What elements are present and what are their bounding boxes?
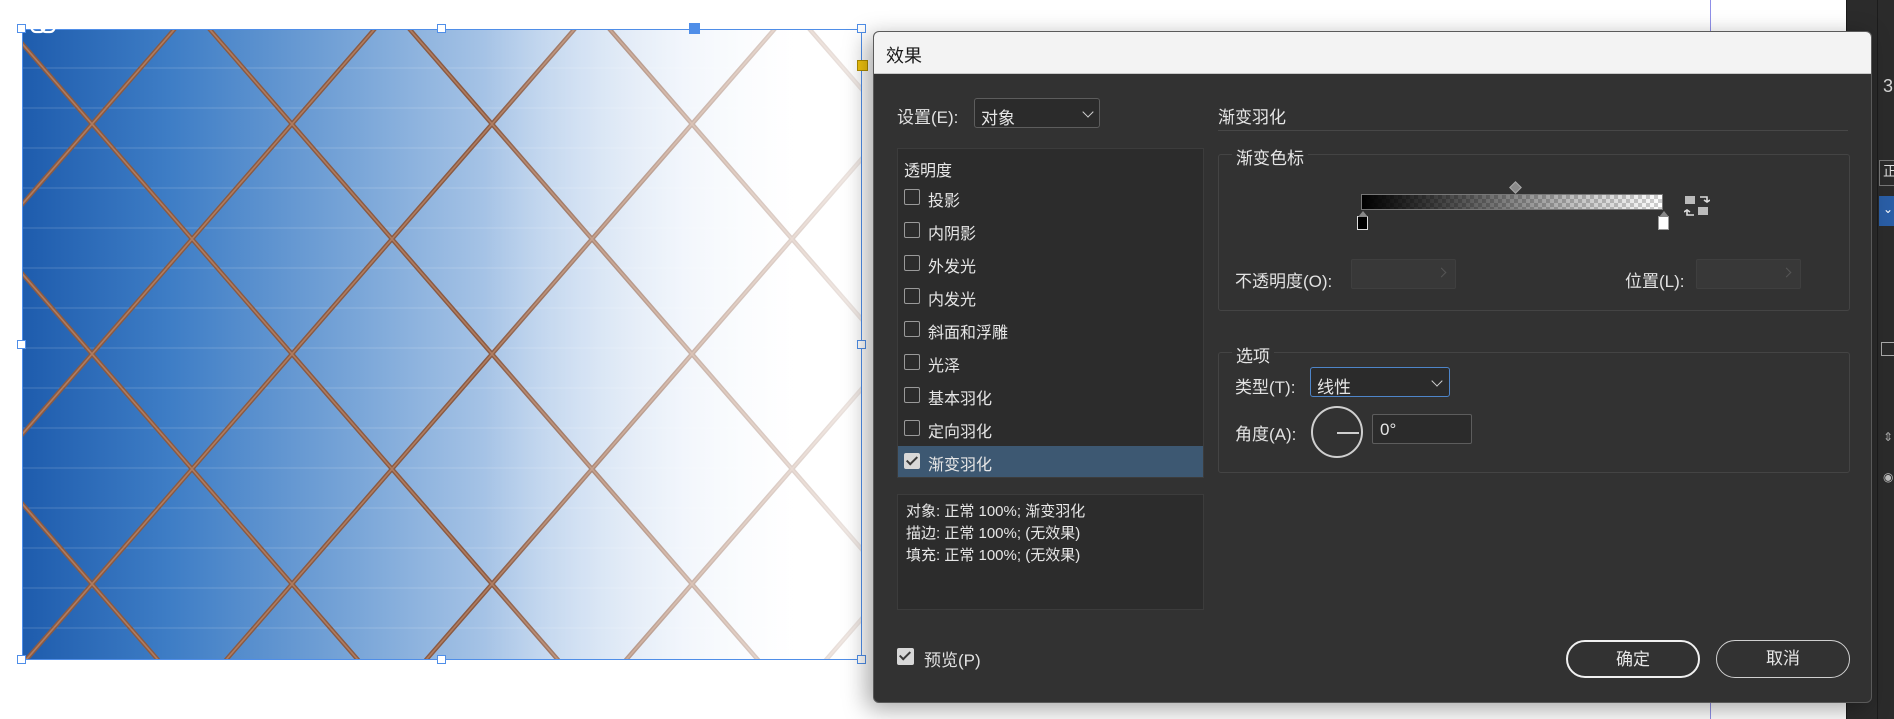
type-label: 类型(T): [1235,378,1296,397]
panel-number: 3 [1883,76,1894,96]
resize-handle-top-left[interactable] [17,24,26,33]
effect-label: 定向羽化 [928,424,993,441]
angle-needle [1337,432,1359,434]
stepper-arrows-icon[interactable]: ⇕ [1883,430,1893,444]
effect-item-bevel-emboss[interactable]: 斜面和浮雕 [898,314,1203,345]
settings-label: 设置(E): [897,108,959,127]
options-title: 选项 [1232,342,1274,367]
summary-line-object: 对象: 正常 100%; 渐变羽化 [906,503,1086,520]
ok-button[interactable]: 确定 [1566,640,1700,678]
effect-checkbox[interactable] [904,420,920,436]
transparency-item[interactable]: 透明度 [904,157,952,181]
resize-handle-bottom-right[interactable] [857,655,866,664]
section-divider [1218,130,1848,131]
angle-label: 角度(A): [1235,425,1297,444]
effects-summary: 对象: 正常 100%; 渐变羽化 描边: 正常 100%; (无效果) 填充:… [897,494,1204,610]
summary-line-fill: 填充: 正常 100%; (无效果) [906,547,1081,564]
effect-item-drop-shadow[interactable]: 投影 [898,182,1203,213]
type-select-value: 线性 [1317,378,1351,397]
effect-item-inner-shadow[interactable]: 内阴影 [898,215,1203,246]
panel-dropdown[interactable]: ⌄ [1879,196,1894,226]
effect-label: 投影 [928,193,961,210]
resize-handle-top-center[interactable] [437,24,446,33]
location-field[interactable] [1696,259,1801,289]
effect-item-outer-glow[interactable]: 外发光 [898,248,1203,279]
panel-text-field[interactable]: 正 [1879,160,1894,186]
location-label: 位置(L): [1625,272,1685,291]
resize-handle-top-right[interactable] [857,24,866,33]
effect-label: 外发光 [928,259,977,276]
section-title: 渐变羽化 [1218,108,1286,127]
effect-checkbox[interactable] [904,255,920,271]
gradient-stops-title: 渐变色标 [1232,144,1308,169]
content-grabber-handle[interactable] [689,23,700,34]
corner-options-handle[interactable] [857,60,868,71]
effect-item-basic-feather[interactable]: 基本羽化 [898,380,1203,411]
chevron-down-icon: ⌄ [1883,202,1894,216]
preview-label: 预览(P) [924,651,981,670]
effect-item-gradient-feather[interactable]: 渐变羽化 [898,446,1203,477]
effect-label: 斜面和浮雕 [928,325,1009,342]
panel-checkbox[interactable] [1881,342,1894,356]
effect-checkbox[interactable] [904,354,920,370]
effect-item-directional-feather[interactable]: 定向羽化 [898,413,1203,444]
gradient-stop-end[interactable] [1658,211,1669,230]
effect-checkbox[interactable] [904,321,920,337]
type-select[interactable]: 线性 [1310,367,1450,397]
summary-line-stroke: 描边: 正常 100%; (无效果) [906,525,1081,542]
angle-field[interactable]: 0° [1372,414,1472,444]
gradient-feather-overlay [22,29,862,660]
checkmark-icon [898,648,912,661]
chevron-right-icon [1781,267,1792,278]
cancel-button[interactable]: 取消 [1716,640,1850,678]
chevron-down-icon [1082,106,1094,118]
effects-list: 透明度 投影 内阴影 外发光 内发光 斜面和浮雕 光泽 基本羽化 定向羽化 渐变… [897,148,1204,478]
effects-dialog: 效果 设置(E): 对象 透明度 投影 内阴影 外发光 内发光 斜面和浮雕 光泽… [873,31,1872,703]
gradient-ramp[interactable] [1361,194,1663,210]
eye-icon[interactable]: ◉ [1883,470,1893,484]
checkmark-icon [905,453,919,466]
chevron-down-icon [1431,375,1443,387]
link-icon[interactable] [30,20,56,36]
effect-checkbox[interactable] [904,288,920,304]
dialog-titlebar[interactable]: 效果 [874,32,1871,74]
effect-label: 渐变羽化 [928,457,993,474]
effect-item-satin[interactable]: 光泽 [898,347,1203,378]
panel-divider [1877,0,1878,719]
opacity-label: 不透明度(O): [1235,272,1333,291]
dialog-title: 效果 [886,46,922,66]
effect-checkbox-checked[interactable] [904,453,920,469]
effect-label: 基本羽化 [928,391,993,408]
settings-for-select[interactable]: 对象 [974,98,1100,128]
effect-item-inner-glow[interactable]: 内发光 [898,281,1203,312]
resize-handle-bottom-left[interactable] [17,655,26,664]
effect-label: 内阴影 [928,226,977,243]
panel-field-text: 正 [1883,163,1894,179]
angle-dial[interactable] [1311,406,1363,458]
placed-image-chain-link-fence[interactable] [22,29,862,660]
effect-checkbox[interactable] [904,189,920,205]
resize-handle-bottom-center[interactable] [437,655,446,664]
angle-value: 0° [1380,420,1397,439]
settings-select-value: 对象 [981,109,1015,128]
opacity-field[interactable] [1351,259,1456,289]
effect-checkbox[interactable] [904,222,920,238]
effect-label: 内发光 [928,292,977,309]
preview-checkbox[interactable] [897,648,914,665]
effect-label: 光泽 [928,358,961,375]
effect-checkbox[interactable] [904,387,920,403]
reverse-gradient-icon[interactable] [1684,194,1710,218]
chevron-right-icon [1436,267,1447,278]
resize-handle-middle-right[interactable] [857,340,866,349]
resize-handle-middle-left[interactable] [17,340,26,349]
gradient-stop-start[interactable] [1357,211,1368,230]
